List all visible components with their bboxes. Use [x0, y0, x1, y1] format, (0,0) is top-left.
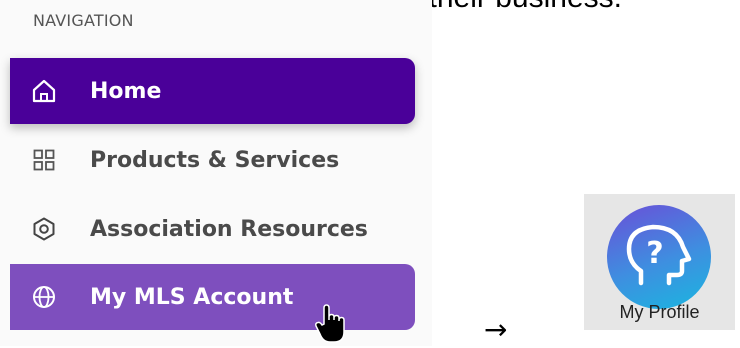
nav-item-label: Association Resources: [90, 216, 368, 242]
grid-icon: [30, 146, 58, 174]
navigation-panel: NAVIGATION Home Products & Services Asso…: [0, 0, 432, 346]
nav-item-my-mls-account[interactable]: My MLS Account: [10, 264, 415, 330]
hand-cursor-icon: [314, 304, 350, 344]
nav-item-label: Products & Services: [90, 147, 340, 173]
nav-item-products-services[interactable]: Products & Services: [10, 127, 415, 193]
svg-text:?: ?: [646, 236, 663, 271]
nav-item-association-resources[interactable]: Association Resources: [10, 196, 415, 262]
nav-item-label: Home: [90, 78, 162, 104]
hexagon-icon: [30, 215, 58, 243]
my-profile-label: My Profile: [619, 302, 700, 322]
head-question-icon: ?: [607, 205, 711, 309]
right-arrow-icon: →: [484, 313, 508, 346]
nav-item-home[interactable]: Home: [10, 58, 415, 124]
navigation-heading: NAVIGATION: [33, 11, 134, 30]
my-profile-tile[interactable]: ? My Profile: [584, 194, 735, 330]
nav-item-label: My MLS Account: [90, 284, 294, 310]
globe-icon: [30, 283, 58, 311]
home-icon: [30, 77, 58, 105]
